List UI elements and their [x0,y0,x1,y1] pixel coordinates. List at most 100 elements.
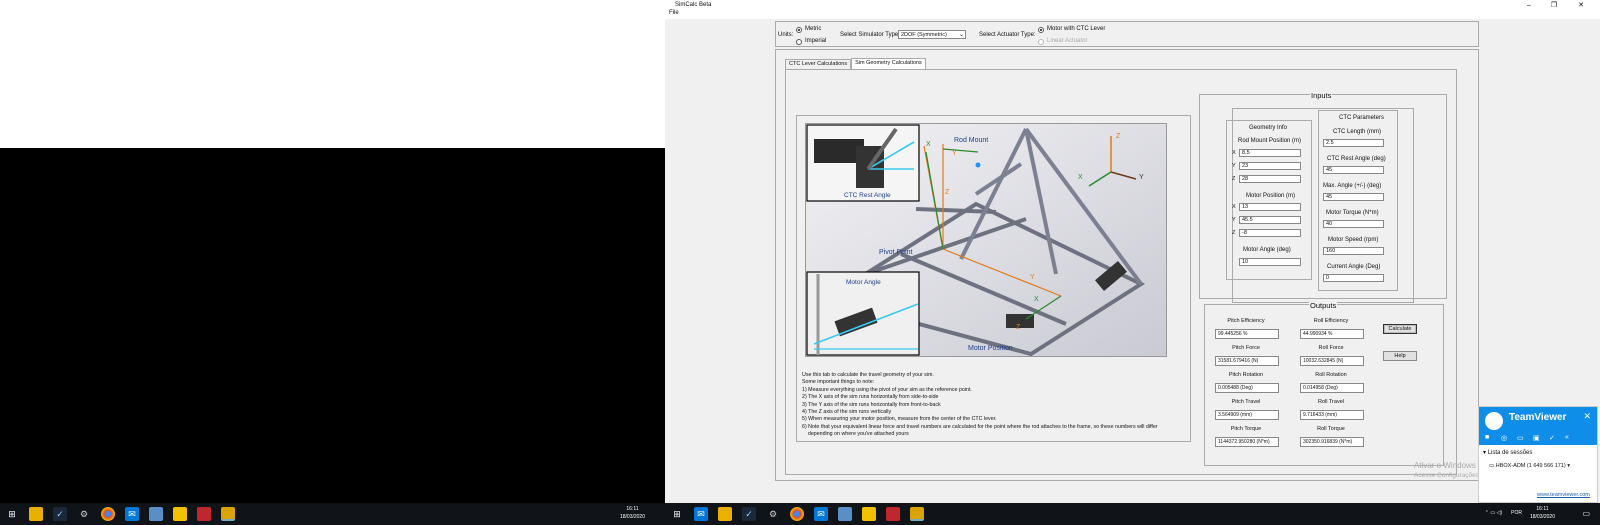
collapse-icon[interactable]: « [1565,434,1569,441]
check-icon[interactable]: ✓ [1549,434,1555,442]
app-icon[interactable] [838,507,852,521]
app-gear-icon[interactable]: ⚙ [766,507,780,521]
title-bar: SimCalc Beta [665,0,1600,10]
close-icon[interactable]: ✕ [1583,411,1591,422]
app-gear-icon[interactable]: ⚙ [77,507,91,521]
steam-icon[interactable]: ✓ [53,507,67,521]
rod-mount-label: Rod Mount [954,137,988,144]
pitch-force-value: 31581.679416 (N) [1215,356,1279,366]
notification-icon[interactable]: ▭ [1582,509,1590,518]
headset-icon[interactable]: ◎ [1501,434,1507,442]
app-yellow-icon[interactable] [862,507,876,521]
outputs-title: Outputs [1309,301,1338,310]
motor-speed-input[interactable]: 160 [1323,247,1384,255]
help-button[interactable]: Help [1383,351,1417,361]
screens-icon[interactable]: ▣ [1533,434,1540,442]
app-red-icon[interactable] [886,507,900,521]
windows-start-icon[interactable]: ⊞ [670,507,684,521]
ctc-rest-angle-field-label: CTC Rest Angle (deg) [1327,156,1386,162]
maximize-button[interactable]: ❐ [1543,0,1565,10]
watermark-line-2: Acesse Configurações [1414,472,1480,479]
max-angle-input[interactable]: 45 [1323,193,1384,201]
simcalc-taskbar-icon[interactable] [221,507,235,521]
steam-icon[interactable]: ✓ [742,507,756,521]
calculate-button[interactable]: Calculate [1383,324,1417,334]
current-angle-input[interactable]: 0 [1323,274,1384,282]
pivot-point-label: Pivot Point [879,249,913,256]
pitch-rotation-label: Pitch Rotation [1228,372,1264,378]
radio-imperial[interactable] [796,39,802,45]
note-line: Use this tab to calculate the travel geo… [802,372,934,378]
rod-mount-point [975,162,981,168]
motor-angle-input[interactable]: 10 [1239,258,1301,266]
motor-speed-label: Motor Speed (rpm) [1328,237,1379,243]
rod-mount-x-input[interactable]: 8.5 [1239,149,1301,157]
teamviewer-title: TeamViewer [1509,412,1567,423]
app-yellow-icon[interactable] [173,507,187,521]
menu-file[interactable]: File [669,10,679,16]
camera-icon[interactable]: ■ [1485,434,1489,441]
note-line: 3) The Y axis of the sim runs horizontal… [802,401,941,408]
pitch-efficiency-label: Pitch Efficiency [1227,318,1265,324]
radio-motor-ctc[interactable] [1038,27,1044,33]
app-icon[interactable] [149,507,163,521]
file-explorer-icon[interactable] [29,507,43,521]
ctc-rest-angle-input[interactable]: 45 [1323,166,1384,174]
session-list-toggle[interactable]: ▾ Lista de sessões [1483,449,1532,456]
roll-travel-label: Roll Travel [1318,399,1344,405]
minimize-button[interactable]: – [1518,0,1540,10]
session-item-label: HBOX-ADM (1 649 566 171) [1495,463,1566,469]
simulator-type-label: Select Simulator Type: [840,32,900,38]
note-line: 1) Measure everything using the pivot of… [802,386,972,393]
mail-icon[interactable]: ✉ [125,507,139,521]
tab-sim-geometry[interactable]: Sim Geometry Calculations [851,58,926,69]
motor-pos-z-input[interactable]: -8 [1239,229,1301,237]
teamviewer-panel: TeamViewer ✕ ■ ◎ ▭ ▣ ✓ « ▾ Lista de sess… [1478,406,1598,503]
time-text: 16:11 [626,506,639,512]
app-red-icon[interactable] [197,507,211,521]
actuator-type-label: Select Actuator Type: [979,32,1036,38]
sim-geometry-diagram: Z Y X X Y Z Y X Z Rod Mount Pivot Point … [805,123,1167,357]
close-button[interactable]: ✕ [1570,0,1592,10]
chrome-icon[interactable] [101,507,115,521]
geometry-info-title: Geometry Info [1249,125,1288,131]
max-angle-label: Max. Angle (+/-) (deg) [1323,183,1382,189]
simcalc-window: SimCalc Beta – ❐ ✕ File Units: Metric Im… [665,0,1600,503]
motor-y-label: Y [1030,274,1035,281]
radio-linear-actuator[interactable] [1038,39,1044,45]
tab-strip: CTC Lever Calculations Sim Geometry Calc… [785,58,926,69]
note-line: 4) The Z axis of the sim runs vertically [802,409,892,416]
units-label: Units: [778,32,794,38]
motor-pos-x-input[interactable]: 13 [1239,203,1301,211]
motor-torque-input[interactable]: 40 [1323,220,1384,228]
roll-torque-label: Roll Torque [1317,426,1345,432]
file-explorer-icon[interactable] [718,507,732,521]
left-screen-desktop [0,148,665,503]
windows-start-icon[interactable]: ⊞ [5,507,19,521]
roll-efficiency-value: 44.990934 % [1300,329,1364,339]
roll-efficiency-label: Roll Efficiency [1313,318,1349,324]
roll-rotation-label: Roll Rotation [1315,372,1347,378]
ctc-length-input[interactable]: 2.5 [1323,139,1384,147]
rod-mount-z-input[interactable]: 28 [1239,175,1301,183]
motor-angle-field-label: Motor Angle (deg) [1243,247,1291,253]
language-indicator[interactable]: POR [1511,510,1522,516]
simulator-type-select[interactable]: 2DOF (Symmetric) ⌄ [898,30,966,39]
mail-icon[interactable]: ✉ [694,507,708,521]
ctc-length-label: CTC Length (mm) [1333,129,1382,135]
ctc-rest-angle-label: CTC Rest Angle [844,192,891,199]
chrome-icon[interactable] [790,507,804,521]
teamviewer-link[interactable]: www.teamviewer.com [1537,492,1590,498]
simcalc-taskbar-icon[interactable] [910,507,924,521]
chat-icon[interactable]: ▭ [1517,434,1524,442]
session-item[interactable]: ▭ HBOX-ADM (1 649 566 171) ▾ [1489,463,1570,469]
motor-pos-y-input[interactable]: 45.5 [1239,216,1301,224]
pitch-torque-value: 1144372.950280 (N*m) [1215,437,1279,447]
time-text: 16:11 [1536,506,1549,512]
tab-ctc-lever[interactable]: CTC Lever Calculations [785,59,852,69]
tray-icons[interactable]: ⌃ ▭ ◁) [1485,510,1502,516]
rod-mount-y-input[interactable]: 23 [1239,162,1301,170]
mail-icon[interactable]: ✉ [814,507,828,521]
pitch-rotation-value: 0.005488 (Deg) [1215,383,1279,393]
radio-metric[interactable] [796,27,802,33]
